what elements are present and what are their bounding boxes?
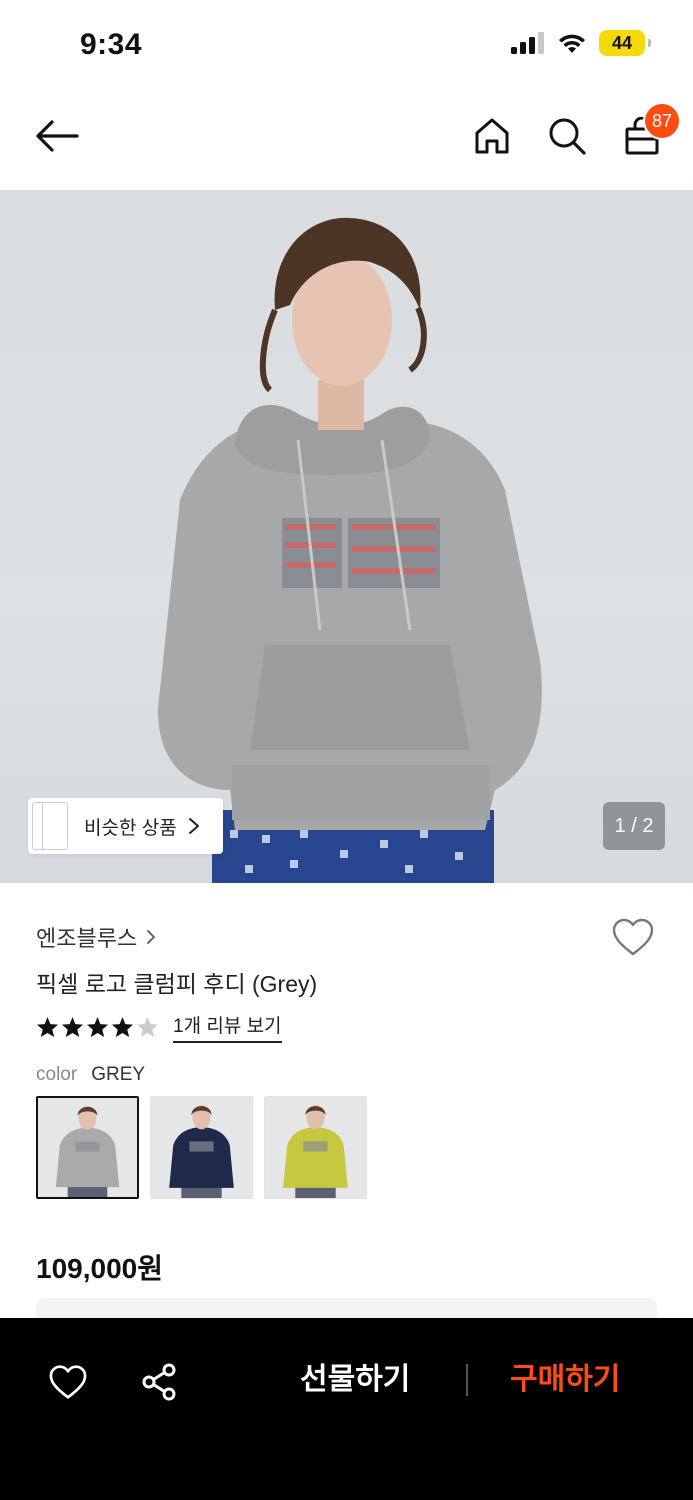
back-arrow-icon — [36, 120, 79, 152]
color-swatch-grey[interactable] — [36, 1096, 139, 1199]
share-button[interactable] — [137, 1360, 181, 1404]
similar-thumb — [42, 802, 68, 850]
status-bar: 9:34 44 — [0, 0, 693, 90]
star-icon — [86, 1016, 109, 1038]
review-link[interactable]: 1개 리뷰 보기 — [173, 1011, 282, 1043]
color-row: color GREY — [36, 1064, 145, 1086]
brand-link[interactable]: 엔조블루스 — [36, 921, 157, 953]
similar-products-button[interactable]: 비슷한 상품 — [28, 798, 223, 854]
star-icon — [136, 1016, 159, 1038]
color-swatch-navy[interactable] — [150, 1096, 253, 1199]
wishlist-button[interactable] — [611, 917, 655, 962]
back-button[interactable] — [32, 110, 82, 162]
star-icon — [61, 1016, 84, 1038]
status-time: 9:34 — [80, 28, 143, 61]
status-icons: 44 — [511, 30, 651, 56]
cart-button[interactable]: 87 — [617, 102, 681, 162]
product-image-gallery[interactable]: 비슷한 상품 1 / 2 — [0, 190, 693, 883]
buy-button[interactable]: 구매하기 — [510, 1354, 620, 1398]
rating-stars — [36, 1016, 159, 1038]
page-indicator: 1 / 2 — [603, 802, 665, 850]
search-button[interactable] — [542, 110, 592, 162]
color-swatch-lime[interactable] — [264, 1096, 367, 1199]
bottom-wishlist-button[interactable] — [46, 1360, 90, 1404]
share-icon — [142, 1363, 176, 1401]
home-icon — [475, 118, 509, 154]
battery-level: 44 — [611, 32, 633, 53]
search-icon — [549, 118, 586, 155]
bottom-action-bar: 선물하기 구매하기 — [0, 1318, 693, 1500]
wifi-icon — [559, 34, 585, 53]
chevron-right-icon — [188, 818, 199, 834]
swatch-thumbnail — [38, 1098, 137, 1197]
star-icon — [111, 1016, 134, 1038]
bottom-divider — [466, 1364, 468, 1396]
rating-row: 1개 리뷰 보기 — [36, 1011, 282, 1043]
gift-button[interactable]: 선물하기 — [300, 1354, 410, 1398]
signal-icon — [511, 32, 544, 54]
color-value: GREY — [91, 1064, 146, 1085]
cart-count-badge: 87 — [643, 102, 681, 140]
color-label: color — [36, 1064, 78, 1085]
similar-products-label: 비슷한 상품 — [84, 817, 177, 839]
product-price: 109,000원 — [36, 1253, 163, 1284]
color-swatches — [36, 1096, 367, 1199]
chevron-right-icon — [147, 930, 156, 944]
product-photo — [158, 217, 542, 883]
battery-indicator: 44 — [599, 30, 651, 56]
home-button[interactable] — [467, 110, 517, 162]
star-icon — [36, 1016, 59, 1038]
top-nav: 87 — [0, 90, 693, 190]
heart-icon — [49, 1365, 87, 1399]
swatch-thumbnail — [265, 1097, 366, 1198]
heart-icon — [612, 918, 654, 956]
brand-name: 엔조블루스 — [36, 926, 138, 951]
battery-cap — [648, 39, 651, 47]
swatch-thumbnail — [151, 1097, 252, 1198]
product-name: 픽셀 로고 클럼피 후디 (Grey) — [36, 971, 318, 997]
similar-thumbnails — [32, 802, 68, 850]
